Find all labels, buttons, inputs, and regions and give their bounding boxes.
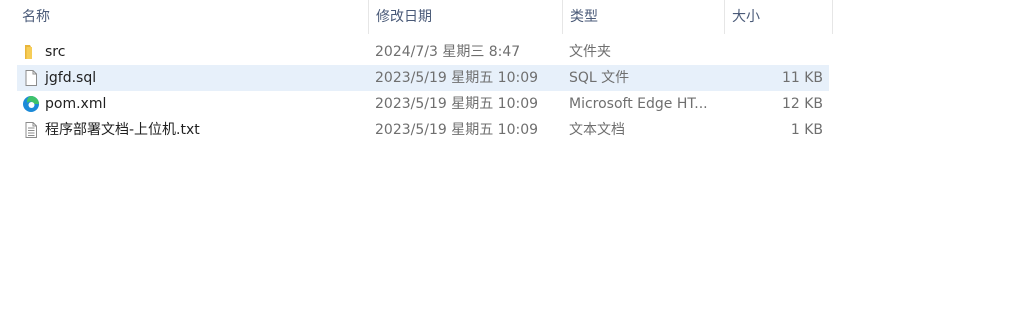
file-type: 文件夹 — [569, 44, 611, 60]
file-row[interactable]: src 2024/7/3 星期三 8:47 文件夹 — [17, 39, 829, 65]
file-type: 文本文档 — [569, 122, 625, 138]
column-type-label: 类型 — [570, 9, 598, 25]
column-type[interactable]: 类型 — [562, 0, 724, 34]
sort-ascending-icon: ^ — [183, 0, 192, 6]
column-date-label: 修改日期 — [376, 9, 432, 25]
file-date: 2024/7/3 星期三 8:47 — [375, 44, 521, 60]
file-row[interactable]: 程序部署文档-上位机.txt 2023/5/19 星期五 10:09 文本文档 … — [17, 117, 829, 143]
column-size[interactable]: 大小 — [724, 0, 832, 34]
file-name: jgfd.sql — [45, 70, 97, 86]
column-name-label: 名称 — [22, 9, 50, 25]
file-size: 11 KB — [781, 70, 823, 86]
file-date: 2023/5/19 星期五 10:09 — [375, 96, 539, 112]
file-size: 12 KB — [781, 96, 823, 112]
file-size: 1 KB — [790, 122, 823, 138]
file-name: src — [45, 44, 66, 60]
file-name: 程序部署文档-上位机.txt — [45, 122, 200, 138]
file-type: Microsoft Edge HT... — [569, 96, 708, 112]
file-row[interactable]: pom.xml 2023/5/19 星期五 10:09 Microsoft Ed… — [17, 91, 829, 117]
file-icon — [25, 70, 37, 86]
column-date[interactable]: 修改日期 — [368, 0, 562, 34]
file-row[interactable]: jgfd.sql 2023/5/19 星期五 10:09 SQL 文件 11 K… — [17, 65, 829, 91]
file-name: pom.xml — [45, 96, 107, 112]
edge-icon — [23, 96, 39, 112]
folder-icon — [25, 45, 32, 59]
file-date: 2023/5/19 星期五 10:09 — [375, 122, 539, 138]
column-divider[interactable] — [832, 0, 833, 34]
column-header: 名称 ^ 修改日期 类型 大小 — [0, 0, 834, 34]
file-date: 2023/5/19 星期五 10:09 — [375, 70, 539, 86]
file-type: SQL 文件 — [569, 70, 630, 86]
column-size-label: 大小 — [732, 9, 760, 25]
text-file-icon — [25, 122, 37, 138]
